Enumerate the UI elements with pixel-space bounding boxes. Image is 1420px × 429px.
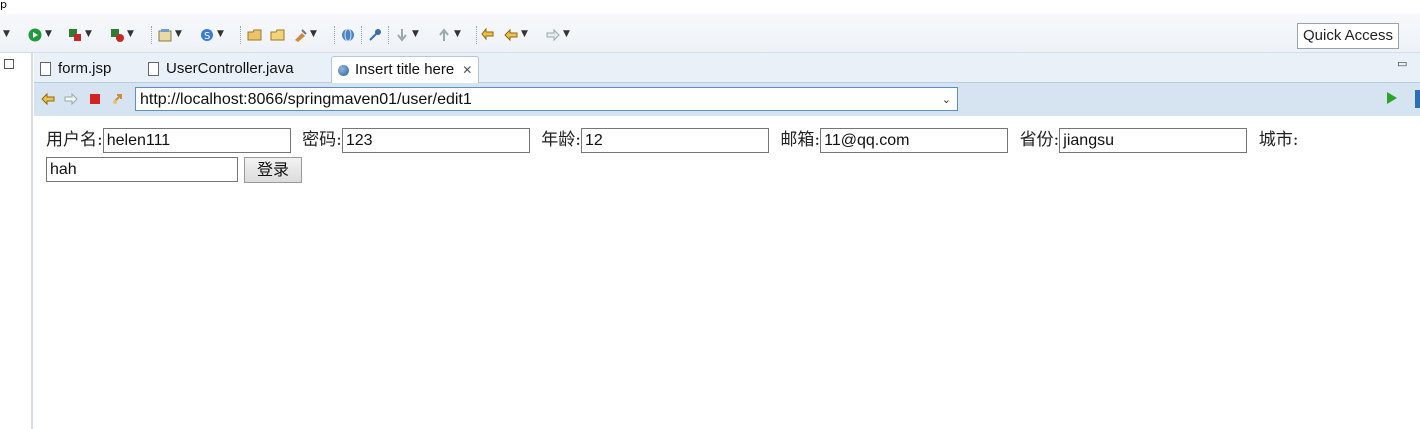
forward-button[interactable] <box>64 92 78 110</box>
province-label: 省份: <box>1019 130 1060 150</box>
java-file-icon <box>148 62 159 76</box>
chevron-down-icon[interactable]: ⌄ <box>942 88 951 112</box>
left-panel-strip <box>0 53 33 429</box>
toolbar-separator <box>240 26 242 44</box>
pin-editor-button[interactable] <box>368 25 382 43</box>
tab-form-jsp[interactable]: form.jsp <box>40 56 111 82</box>
toolbar-separator <box>476 26 478 44</box>
login-button[interactable]: 登录 <box>244 156 303 183</box>
forward-arrow-icon <box>546 27 560 42</box>
refresh-button[interactable] <box>111 92 125 110</box>
next-annotation-icon <box>395 27 409 42</box>
toolbar-arrow-cluster[interactable]: ▼ <box>0 25 10 43</box>
new-server-button[interactable]: ▼ <box>158 25 182 43</box>
back-button[interactable]: ▼ <box>504 25 528 43</box>
tab-label: Insert title here <box>355 61 455 78</box>
run-icon <box>28 27 42 42</box>
refresh-icon <box>113 94 122 104</box>
globe-icon <box>338 64 349 76</box>
next-annotation-button[interactable]: ▼ <box>395 25 419 43</box>
back-button[interactable] <box>41 92 55 110</box>
form-row-2: hah 登录 <box>46 155 1346 184</box>
minimize-icon[interactable]: ▭ <box>1397 57 1407 70</box>
folder-icon <box>247 27 262 41</box>
main-toolbar: ▼ ▼ ▼ ▼ ▼ S ▼ ▼ ▼ ▼ ▼ ▼ Quick Access <box>0 14 1420 53</box>
chevron-down-icon[interactable]: ▼ <box>127 29 134 39</box>
last-edit-location-button[interactable] <box>481 25 495 43</box>
back-arrow-icon <box>504 27 518 42</box>
tab-insert-title-here[interactable]: Insert title here ✕ <box>331 56 480 83</box>
server-icon <box>158 27 172 42</box>
chevron-down-icon[interactable]: ▼ <box>3 29 10 39</box>
city-label: 城市: <box>1258 130 1299 150</box>
email-label: 邮箱: <box>780 130 821 150</box>
chevron-down-icon[interactable]: ▼ <box>85 29 92 39</box>
spring-button[interactable]: S ▼ <box>200 25 224 43</box>
user-edit-form: 用户名: helen111 密码: 123 年龄: 12 邮箱: 11@qq.com 省… <box>46 126 1346 184</box>
chevron-down-icon[interactable]: ▼ <box>217 29 224 39</box>
stop-icon <box>90 94 100 104</box>
age-input[interactable]: 12 <box>581 128 770 153</box>
go-icon[interactable] <box>1387 92 1397 104</box>
chevron-down-icon[interactable]: ▼ <box>521 29 528 39</box>
city-input[interactable]: hah <box>46 157 238 182</box>
chevron-down-icon[interactable]: ▼ <box>175 29 182 39</box>
url-input[interactable]: http://localhost:8066/springmaven01/user… <box>135 87 958 111</box>
browser-nav-bar: http://localhost:8066/springmaven01/user… <box>34 83 1420 116</box>
flashlight-icon <box>293 27 307 42</box>
page-content: 用户名: helen111 密码: 123 年龄: 12 邮箱: 11@qq.com 省… <box>34 116 1420 429</box>
password-input[interactable]: 123 <box>341 128 530 153</box>
edge-scroll-indicator <box>1415 90 1420 108</box>
stop-button[interactable] <box>88 92 102 110</box>
open-folder-icon <box>270 27 285 41</box>
last-edit-icon <box>481 27 495 41</box>
spring-icon: S <box>200 27 214 42</box>
web-browser-button[interactable] <box>341 25 355 43</box>
quick-access-button[interactable]: Quick Access <box>1297 23 1399 49</box>
province-input[interactable]: jiangsu <box>1059 128 1248 153</box>
close-icon[interactable]: ✕ <box>462 57 472 83</box>
email-input[interactable]: 11@qq.com <box>820 128 1009 153</box>
previous-annotation-button[interactable]: ▼ <box>437 25 461 43</box>
tab-usercontroller-java[interactable]: UserController.java <box>148 56 294 82</box>
external-tools-icon <box>110 27 124 42</box>
chevron-down-icon[interactable]: ▼ <box>310 29 317 39</box>
toolbar-separator <box>388 26 390 44</box>
restore-icon[interactable] <box>4 59 14 69</box>
pin-icon <box>368 27 382 41</box>
editor-area: form.jsp UserController.java Insert titl… <box>34 53 1420 429</box>
tab-label: UserController.java <box>166 60 294 77</box>
url-text: http://localhost:8066/springmaven01/user… <box>140 91 472 108</box>
chevron-down-icon[interactable]: ▼ <box>563 29 570 39</box>
password-label: 密码: <box>302 130 342 150</box>
previous-annotation-icon <box>437 27 451 41</box>
username-label: 用户名: <box>46 130 103 150</box>
debug-icon <box>68 27 82 41</box>
forward-arrow-icon <box>64 92 78 106</box>
toolbar-separator <box>334 26 336 44</box>
tab-label: form.jsp <box>58 60 112 77</box>
chevron-down-icon[interactable]: ▼ <box>45 29 52 39</box>
forward-button[interactable]: ▼ <box>546 25 570 43</box>
menu-stub: p <box>0 0 1420 14</box>
search-button[interactable]: ▼ <box>293 25 317 43</box>
open-type-button[interactable] <box>247 25 262 43</box>
debug-button[interactable]: ▼ <box>68 25 92 43</box>
toolbar-separator <box>361 26 363 44</box>
file-icon <box>40 62 51 76</box>
chevron-down-icon[interactable]: ▼ <box>454 29 461 39</box>
run-button[interactable]: ▼ <box>28 25 52 43</box>
username-input[interactable]: helen111 <box>102 128 291 153</box>
external-tools-button[interactable]: ▼ <box>110 25 134 43</box>
open-resource-button[interactable] <box>270 25 285 43</box>
age-label: 年龄: <box>541 130 582 150</box>
svg-text:S: S <box>204 31 210 42</box>
back-arrow-icon <box>41 92 55 106</box>
toolbar-separator <box>151 26 153 44</box>
chevron-down-icon[interactable]: ▼ <box>412 29 419 39</box>
globe-icon <box>341 27 355 42</box>
editor-tab-bar: form.jsp UserController.java Insert titl… <box>34 53 1420 83</box>
